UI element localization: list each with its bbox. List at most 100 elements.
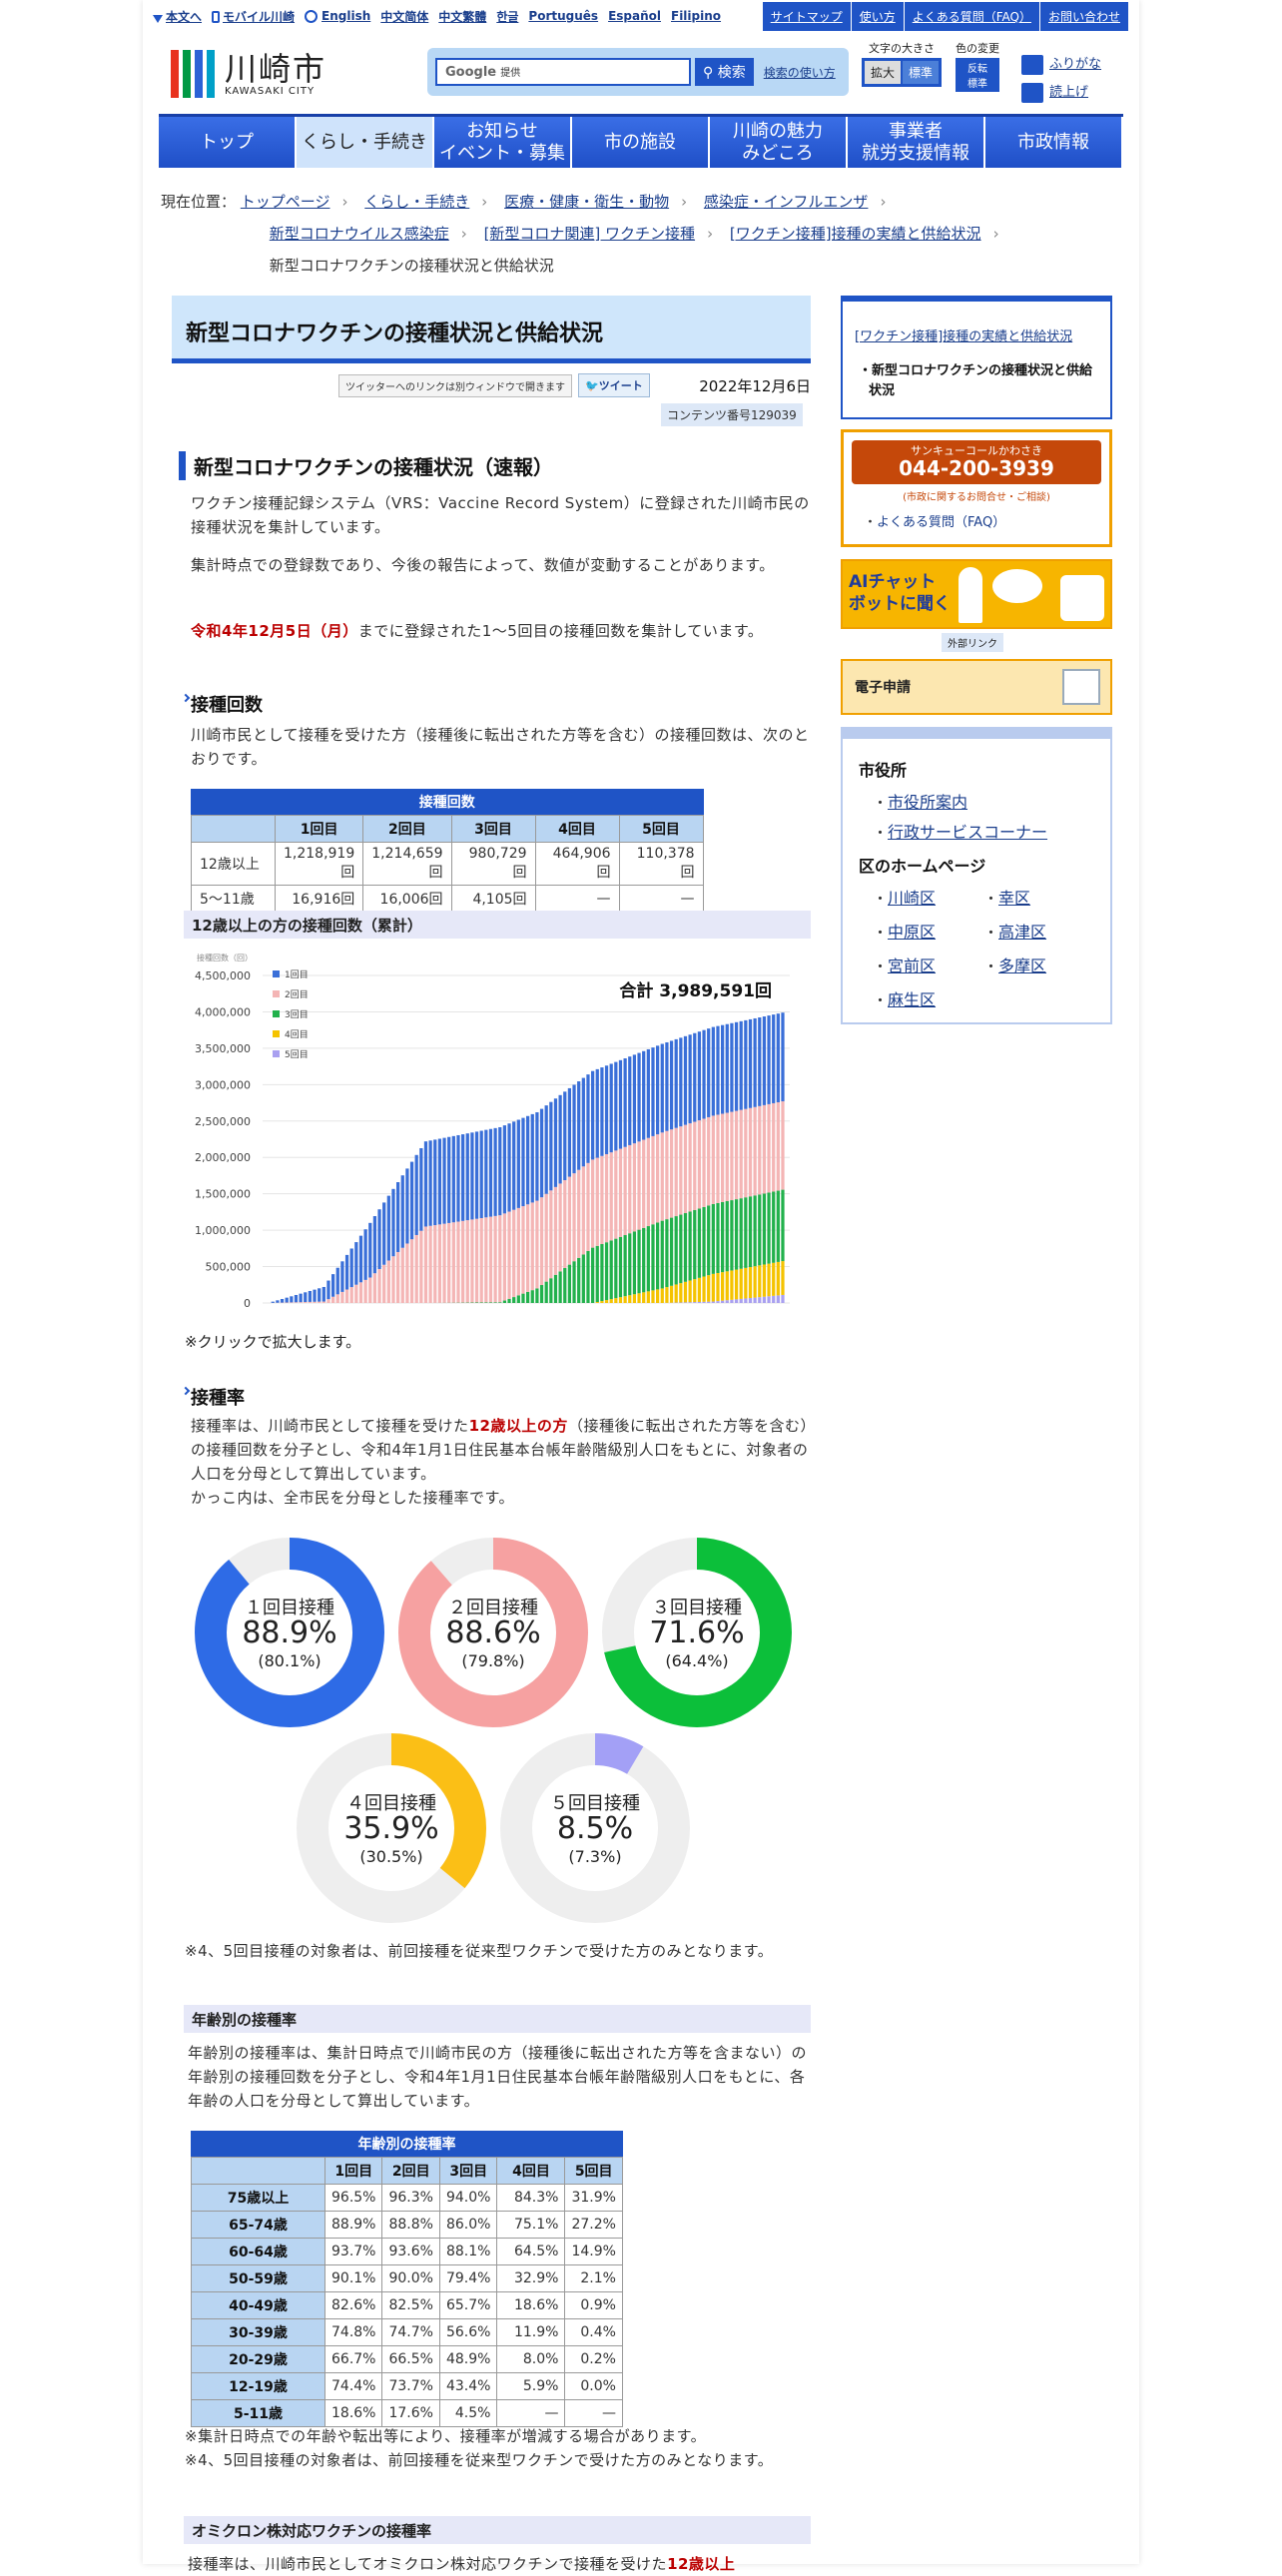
lang-korean[interactable]: 한글 <box>496 8 518 25</box>
city-logo[interactable]: 川崎市 KAWASAKI CITY <box>171 50 326 98</box>
lang-spanish[interactable]: Español <box>608 9 661 23</box>
bar-1回目 <box>586 1074 589 1163</box>
bar-2回目 <box>656 1134 659 1222</box>
search-input[interactable]: Google 提供 <box>435 58 691 86</box>
ward-saiwai[interactable]: 幸区 <box>998 889 1030 908</box>
ai-chatbot-banner[interactable]: AIチャットボットに聞く <box>841 559 1112 629</box>
nav-facilities[interactable]: 市の施設 <box>572 117 710 168</box>
e-application-banner[interactable]: 電子申請 <box>841 659 1112 715</box>
enlarge-button[interactable]: 拡大 <box>865 61 901 84</box>
bar-1回目 <box>531 1114 534 1203</box>
legend-label: 4回目 <box>285 1029 309 1040</box>
lang-zh-hant[interactable]: 中文繁體 <box>438 8 486 25</box>
bar-1回目 <box>475 1131 478 1218</box>
lang-english[interactable]: English <box>321 9 370 23</box>
bar-1回目 <box>726 1024 729 1113</box>
bar-2回目 <box>661 1132 664 1220</box>
side-faq-link[interactable]: ・よくある質問（FAQ） <box>864 511 1101 530</box>
bar-1回目 <box>461 1134 464 1221</box>
bar-2回目 <box>549 1190 552 1278</box>
howto-link[interactable]: 使い方 <box>852 2 905 31</box>
bar-5回目 <box>721 1301 724 1303</box>
standard-size-button[interactable]: 標準 <box>903 61 939 84</box>
bar-1回目 <box>772 1014 775 1103</box>
color-standard-button[interactable]: 標準 <box>960 75 995 90</box>
ward-nakahara[interactable]: 中原区 <box>888 923 936 942</box>
furigana-icon <box>1021 55 1043 75</box>
skip-to-content-link[interactable]: 本文へ <box>153 8 202 25</box>
twitter-icon: 🐦 <box>585 379 599 392</box>
bar-1回目 <box>526 1116 529 1204</box>
col-header: 2回目 <box>363 816 451 843</box>
bar-4回目 <box>726 1271 729 1300</box>
bc-infection[interactable]: 感染症・インフルエンザ <box>704 193 869 211</box>
bar-1回目 <box>642 1051 645 1140</box>
nav-attractions[interactable]: 川崎の魅力 みどころ <box>710 117 848 168</box>
bar-2回目 <box>637 1141 640 1229</box>
search-help-link[interactable]: 検索の使い方 <box>764 64 836 81</box>
bar-2回目 <box>730 1112 733 1200</box>
bar-1回目 <box>429 1140 432 1225</box>
bar-1回目 <box>744 1020 747 1109</box>
ward-takatsu[interactable]: 高津区 <box>998 923 1046 942</box>
search-button[interactable]: ⚲ 検索 <box>695 58 754 86</box>
sitemap-link[interactable]: サイトマップ <box>763 2 852 31</box>
bar-1回目 <box>364 1229 367 1280</box>
bar-3回目 <box>647 1226 650 1291</box>
bar-5回目 <box>767 1296 770 1303</box>
nav-business[interactable]: 事業者 就労支援情報 <box>848 117 985 168</box>
nav-top[interactable]: トップ <box>159 117 297 168</box>
ward-kawasaki[interactable]: 川崎区 <box>888 889 936 908</box>
nav-living[interactable]: くらし・手続き <box>297 117 434 168</box>
tweet-button[interactable]: 🐦ツイート <box>578 373 650 397</box>
ward-miyamae[interactable]: 宮前区 <box>888 957 936 975</box>
invert-button[interactable]: 反転 <box>960 60 995 75</box>
bar-1回目 <box>675 1039 678 1128</box>
bc-top[interactable]: トップページ <box>241 193 330 211</box>
bar-3回目 <box>498 1302 501 1303</box>
side-link-results[interactable]: [ワクチン接種]接種の実績と供給状況 <box>855 329 1072 344</box>
cityhall-guide-link[interactable]: 市役所案内 <box>888 793 967 812</box>
bc-vaccine[interactable]: [新型コロナ関連] ワクチン接種 <box>484 225 695 243</box>
bar-2回目 <box>300 1302 303 1303</box>
bar-2回目 <box>651 1136 654 1224</box>
ward-tama[interactable]: 多摩区 <box>998 957 1046 975</box>
bar-2回目 <box>415 1235 418 1303</box>
bc-living[interactable]: くらし・手続き <box>364 193 469 211</box>
bar-1回目 <box>396 1182 399 1252</box>
bc-health[interactable]: 医療・健康・衛生・動物 <box>504 193 669 211</box>
bc-results[interactable]: [ワクチン接種]接種の実績と供給状況 <box>730 225 981 243</box>
bar-3回目 <box>517 1295 520 1303</box>
age-table: 年齢別の接種率 1回目2回目3回目4回目5回目 75歳以上96.5%96.3%9… <box>191 2131 623 2427</box>
bar-3回目 <box>591 1248 594 1303</box>
nav-news[interactable]: お知らせ イベント・募集 <box>434 117 572 168</box>
ward-asao[interactable]: 麻生区 <box>888 990 936 1009</box>
utility-bar: 本文へ モバイル川崎 English 中文简体 中文繁體 한글 Portuguê… <box>153 2 721 30</box>
bar-5回目 <box>744 1298 747 1303</box>
faq-link[interactable]: よくある質問（FAQ） <box>905 2 1040 31</box>
bar-1回目 <box>582 1078 585 1167</box>
count-heading: 接種回数 <box>183 691 263 717</box>
bar-3回目 <box>614 1239 617 1299</box>
contact-link[interactable]: お問い合わせ <box>1040 2 1129 31</box>
cumulative-chart[interactable]: 0500,0001,000,0001,500,0002,000,0002,500… <box>191 949 810 1313</box>
y-axis-label: 接種回数（回） <box>197 953 253 963</box>
service-corner-link[interactable]: 行政サービスコーナー <box>888 823 1047 842</box>
bar-1回目 <box>331 1274 334 1297</box>
nav-cityinfo[interactable]: 市政情報 <box>985 117 1123 168</box>
mobile-link[interactable]: モバイル川崎 <box>212 8 295 25</box>
publish-date: 2022年12月6日 <box>699 375 811 396</box>
bar-4回目 <box>735 1270 738 1300</box>
person-icon <box>959 567 982 623</box>
lang-zh-hans[interactable]: 中文简体 <box>380 8 428 25</box>
bar-4回目 <box>684 1282 687 1303</box>
side-callcenter[interactable]: サンキューコールかわさき 044-200-3939 (市政に関するお問合せ・ご相… <box>841 429 1112 547</box>
bar-5回目 <box>698 1302 701 1303</box>
donut-percent: 71.6% <box>598 1615 796 1650</box>
lang-portuguese[interactable]: Português <box>528 9 598 23</box>
y-tick-label: 2,500,000 <box>195 1115 251 1128</box>
bc-covid[interactable]: 新型コロナウイルス感染症 <box>270 225 449 243</box>
bar-1回目 <box>568 1088 571 1177</box>
lang-filipino[interactable]: Filipino <box>671 9 721 23</box>
bar-4回目 <box>610 1299 613 1303</box>
